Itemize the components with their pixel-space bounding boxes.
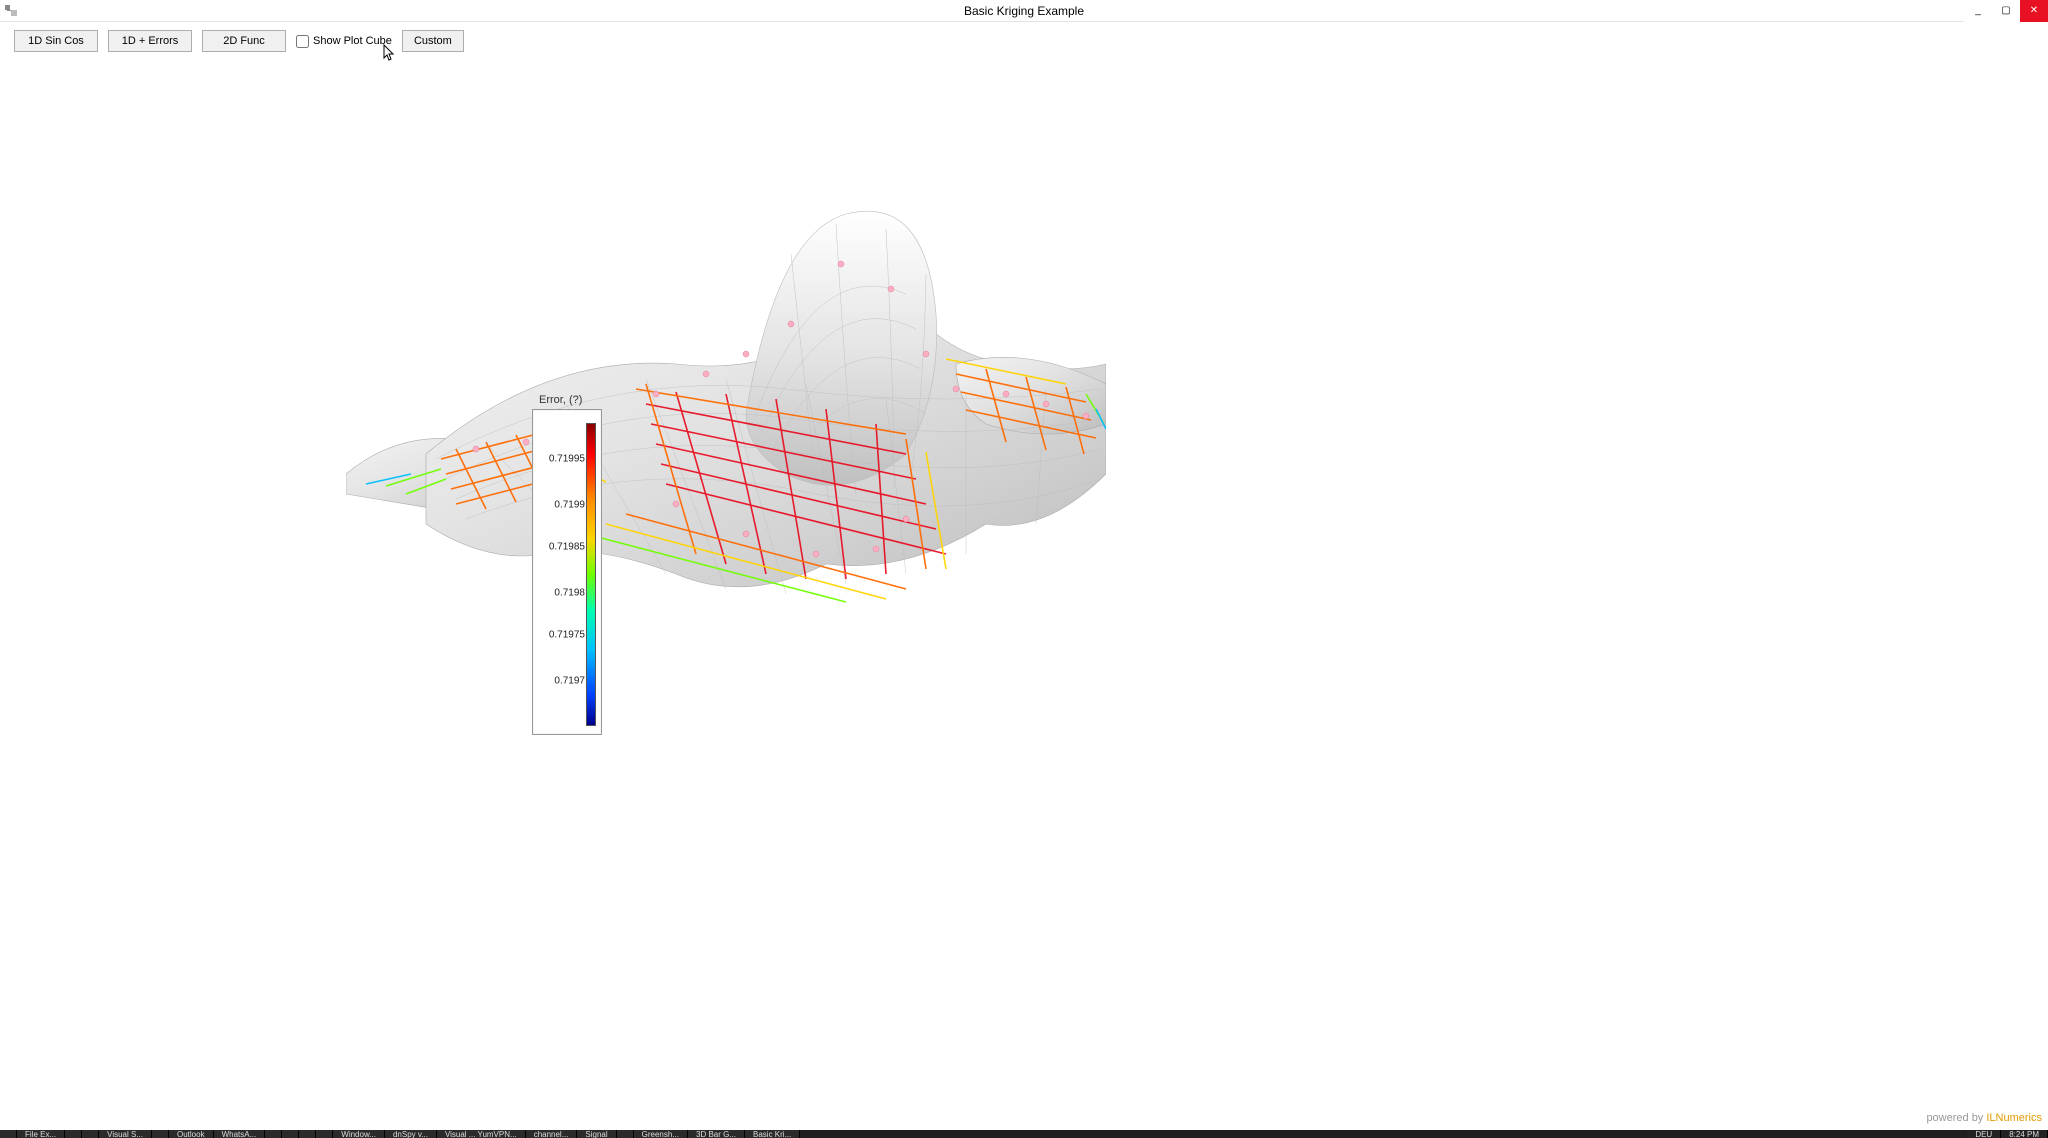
watermark: powered by ILNumerics xyxy=(1926,1112,2042,1124)
colorbar-title: Error, (?) xyxy=(539,394,582,406)
taskbar: File Ex... Visual S... OutlookWhatsA... Win… xyxy=(0,1130,2048,1138)
kriging-surface-plot[interactable] xyxy=(346,194,1106,634)
titlebar: Basic Kriging Example _ ▢ ✕ xyxy=(0,0,2048,22)
colorbar-tick: 0.71985 xyxy=(537,542,585,553)
taskbar-item[interactable] xyxy=(152,1130,169,1138)
taskbar-item[interactable]: WhatsA... xyxy=(214,1130,266,1138)
maximize-button[interactable]: ▢ xyxy=(1992,0,2020,22)
taskbar-item[interactable] xyxy=(617,1130,634,1138)
taskbar-item[interactable]: Window... xyxy=(333,1130,385,1138)
colorbar-tick: 0.71995 xyxy=(537,454,585,465)
colorbar-tick: 0.7198 xyxy=(537,587,585,598)
taskbar-item[interactable]: dnSpy v... xyxy=(385,1130,437,1138)
taskbar-item[interactable]: Visual ... YumVPN... xyxy=(437,1130,526,1138)
taskbar-item[interactable] xyxy=(299,1130,316,1138)
taskbar-item[interactable] xyxy=(65,1130,82,1138)
taskbar-item[interactable]: 3D Bar G... xyxy=(688,1130,745,1138)
show-plot-cube-input[interactable] xyxy=(296,35,309,48)
show-plot-cube-label: Show Plot Cube xyxy=(313,35,392,47)
show-plot-cube-checkbox[interactable]: Show Plot Cube xyxy=(296,35,392,48)
watermark-prefix: powered by xyxy=(1926,1112,1986,1124)
colorbar-legend[interactable]: Error, (?) 0.719950.71990.719850.71980.7… xyxy=(532,409,602,735)
taskbar-item[interactable]: Greensh... xyxy=(634,1130,688,1138)
colorbar-tick: 0.7199 xyxy=(537,499,585,510)
1d-errors-button[interactable]: 1D + Errors xyxy=(108,30,192,52)
taskbar-item[interactable]: channel... xyxy=(526,1130,578,1138)
window-title: Basic Kriging Example xyxy=(0,0,2048,22)
colorbar-tick: 0.7197 xyxy=(537,675,585,686)
taskbar-tray-item[interactable]: 8:24 PM xyxy=(2001,1130,2048,1138)
colorbar-gradient xyxy=(586,423,596,726)
taskbar-item[interactable] xyxy=(316,1130,333,1138)
taskbar-item[interactable]: Signal xyxy=(577,1130,616,1138)
plot-area: Error, (?) 0.719950.71990.719850.71980.7… xyxy=(0,54,2048,1130)
close-button[interactable]: ✕ xyxy=(2020,0,2048,22)
2d-func-button[interactable]: 2D Func xyxy=(202,30,286,52)
minimize-button[interactable]: _ xyxy=(1964,0,1992,22)
taskbar-item[interactable]: Outlook xyxy=(169,1130,214,1138)
app-icon xyxy=(4,3,18,17)
taskbar-item[interactable]: Visual S... xyxy=(99,1130,152,1138)
colorbar-ticks: 0.71995 0.7199 0.71985 0.7198 0.71975 0.7197 xyxy=(537,423,585,726)
taskbar-item[interactable]: Basic Kri... xyxy=(745,1130,800,1138)
colorbar-tick: 0.71975 xyxy=(537,630,585,641)
taskbar-item[interactable]: File Ex... xyxy=(17,1130,65,1138)
taskbar-item[interactable] xyxy=(82,1130,99,1138)
1d-sincos-button[interactable]: 1D Sin Cos xyxy=(14,30,98,52)
taskbar-tray-item[interactable]: DEU xyxy=(1967,1130,2001,1138)
taskbar-item[interactable] xyxy=(265,1130,282,1138)
window-controls: _ ▢ ✕ xyxy=(1964,0,2048,22)
taskbar-item[interactable] xyxy=(282,1130,299,1138)
custom-button[interactable]: Custom xyxy=(402,30,464,52)
taskbar-item[interactable] xyxy=(0,1130,17,1138)
watermark-brand: ILNumerics xyxy=(1986,1112,2042,1124)
